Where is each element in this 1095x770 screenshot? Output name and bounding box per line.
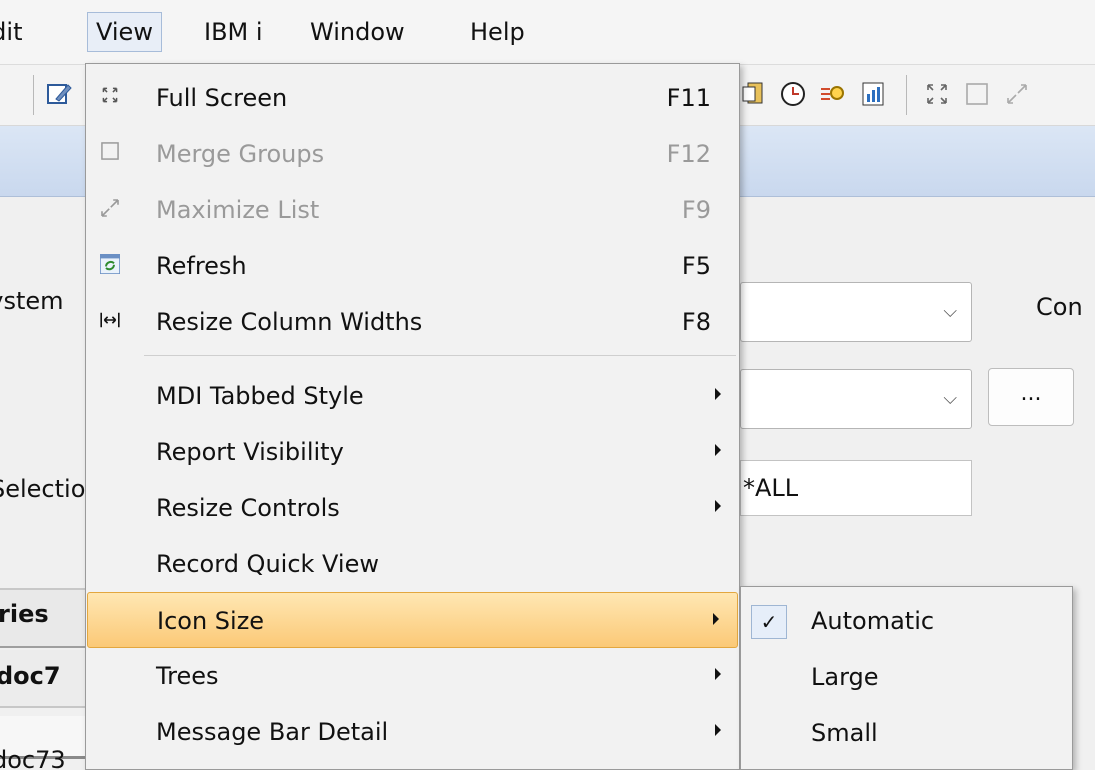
menu-item-shortcut: F11 [666,84,711,112]
submenu-item-label: Automatic [811,607,935,635]
icon-size-submenu: ✓ Automatic Large Small [740,586,1073,770]
toolbar-separator [33,75,34,115]
submenu-arrow-icon [715,724,721,736]
menu-window-label: Window [310,18,405,46]
menu-item-label: Icon Size [157,607,265,635]
menu-item-merge-groups[interactable]: Merge Groups F12 [86,126,739,182]
submenu-item-large[interactable]: Large [741,649,1072,705]
submenu-arrow-icon [715,388,721,400]
view-menu: Full Screen F11 Merge Groups F12 Maximiz… [85,63,740,770]
menu-item-record-quick-view[interactable]: Record Quick View [86,536,739,592]
menu-item-shortcut: F9 [681,196,711,224]
menu-item-refresh[interactable]: Refresh F5 [86,238,739,294]
menu-help-label: Help [470,18,525,46]
submenu-item-small[interactable]: Small [741,705,1072,761]
menu-item-shortcut: F12 [666,140,711,168]
menu-edit-label: Edit [0,18,23,46]
menu-bar: Edit View IBM i Window Help [0,0,1095,65]
menu-item-report-visibility[interactable]: Report Visibility [86,424,739,480]
submenu-arrow-icon [713,613,719,625]
chevron-down-icon: ⌵ [943,301,957,322]
chevron-down-icon: ⌵ [943,388,957,409]
menu-separator [144,355,736,356]
menu-view-label: View [96,18,153,46]
submenu-arrow-icon [715,500,721,512]
document-lock-icon[interactable] [740,79,770,109]
library-combo[interactable]: ⌵ [740,369,972,429]
submenu-item-label: Small [811,719,878,747]
menu-item-full-screen[interactable]: Full Screen F11 [86,70,739,126]
row-label: doc7 [0,662,61,690]
system-combo[interactable]: ⌵ [740,282,972,342]
menu-ibmi[interactable]: IBM i [196,12,271,52]
menu-item-resize-column-widths[interactable]: Resize Column Widths F8 [86,294,739,350]
system-label: System [0,287,64,315]
menu-item-label: Maximize List [156,196,320,224]
menu-item-label: Trees [156,662,219,690]
table-row[interactable]: doc73 [0,748,90,770]
toolbar-separator [906,75,907,115]
check-icon: ✓ [751,605,787,639]
menu-item-label: Merge Groups [156,140,325,168]
menu-ibmi-label: IBM i [204,18,263,46]
menu-item-shortcut: F5 [681,252,711,280]
merge-groups-icon[interactable] [962,79,992,109]
system-label-clip: System [0,287,90,327]
menu-help[interactable]: Help [462,12,533,52]
menu-item-label: Resize Controls [156,494,340,522]
menu-item-label: Record Quick View [156,550,379,578]
resize-columns-icon [96,308,124,336]
report-chart-icon[interactable] [858,79,888,109]
submenu-arrow-icon [715,444,721,456]
submenu-arrow-icon [715,668,721,680]
schedule-clock-icon[interactable] [778,79,808,109]
edit-note-icon[interactable] [44,79,74,109]
full-screen-icon [96,84,124,112]
merge-groups-icon [96,140,124,168]
tab-label: ries [0,600,49,628]
menu-view[interactable]: View [87,12,162,52]
table-row[interactable]: doc7 [0,650,90,708]
refresh-icon [96,252,124,280]
menu-item-trees[interactable]: Trees [86,648,739,704]
con-label: Con [1036,293,1083,321]
selection-input[interactable]: *ALL [740,460,972,516]
menu-item-label: Full Screen [156,84,288,112]
menu-edit[interactable]: Edit [0,12,30,52]
maximize-list-icon[interactable] [1002,79,1032,109]
menu-item-label: MDI Tabbed Style [156,382,364,410]
menu-item-label: Message Bar Detail [156,718,389,746]
menu-window[interactable]: Window [302,12,413,52]
menu-item-label: Refresh [156,252,247,280]
menu-item-label: Report Visibility [156,438,344,466]
selection-label: Selection [0,475,90,503]
submenu-item-automatic[interactable]: ✓ Automatic [741,593,1072,649]
menu-item-resize-controls[interactable]: Resize Controls [86,480,739,536]
selection-label-clip: Selection [0,475,90,515]
browse-button[interactable]: ... [988,368,1074,426]
menu-item-icon-size[interactable]: Icon Size [87,592,738,648]
row-label: doc73 [0,748,66,770]
menu-item-maximize-list[interactable]: Maximize List F9 [86,182,739,238]
submenu-item-label: Large [811,663,879,691]
full-screen-icon[interactable] [922,79,952,109]
menu-item-mdi-tabbed-style[interactable]: MDI Tabbed Style [86,368,739,424]
menu-item-message-bar-detail[interactable]: Message Bar Detail [86,704,739,760]
menu-item-label: Resize Column Widths [156,308,423,336]
search-lines-icon[interactable] [818,79,848,109]
tab-strip[interactable]: ries [0,588,90,648]
maximize-list-icon [96,196,124,224]
menu-item-shortcut: F8 [681,308,711,336]
